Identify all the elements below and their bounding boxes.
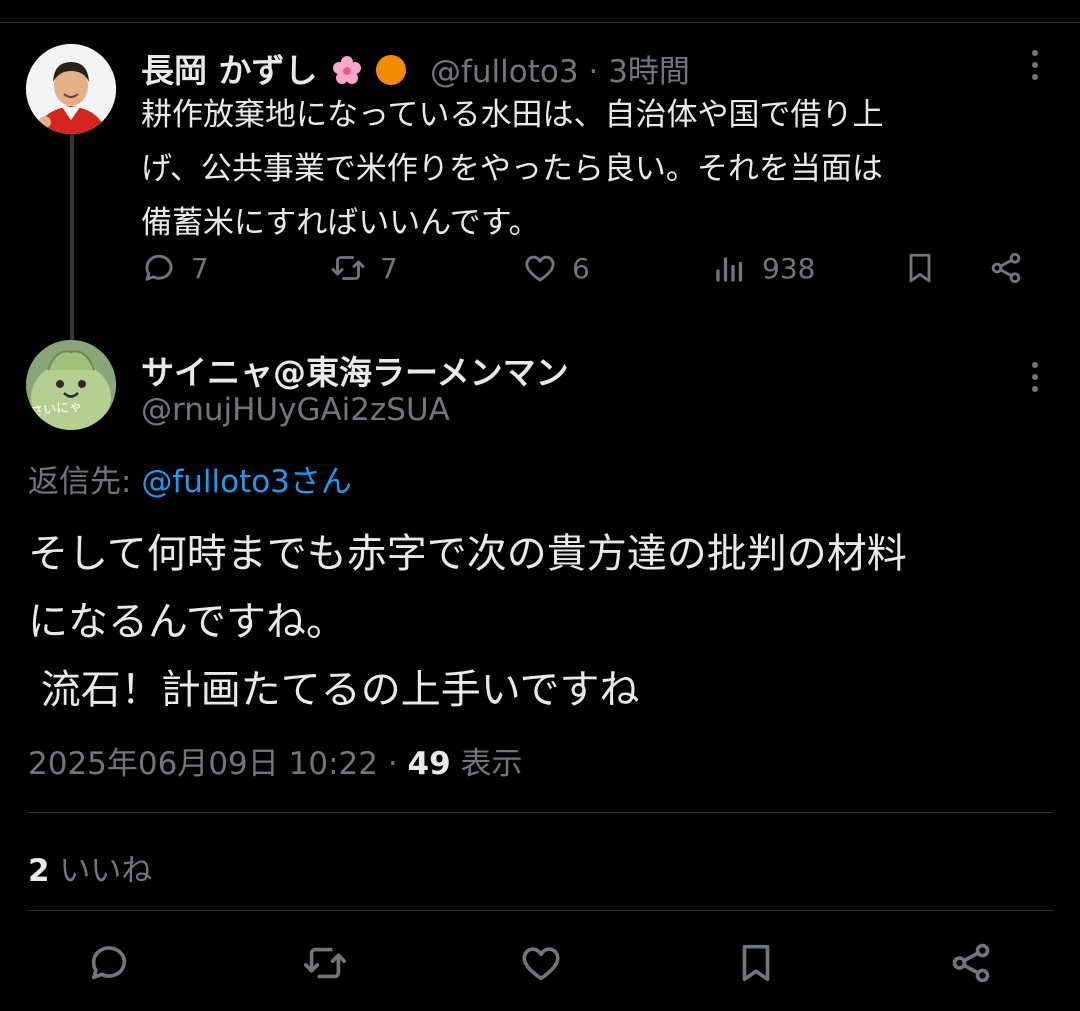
avatar-original-author[interactable] — [26, 44, 116, 134]
avatar-reply-author[interactable]: さいにゃ — [26, 340, 116, 430]
retweet-icon[interactable] — [302, 940, 348, 986]
original-actions-row: 7 7 6 938 — [0, 250, 1080, 296]
reply-to-label: 返信先: — [28, 464, 142, 500]
reply-to-mention[interactable]: @fulloto3さん — [141, 464, 352, 500]
reply-text-line: になるんですね。 — [28, 599, 346, 645]
reply-author-name[interactable]: サイニャ@東海ラーメンマン — [141, 346, 569, 394]
reply-text-line: そして何時までも赤字で次の貴方達の批判の材料 — [28, 531, 907, 577]
original-author-name-text: 長岡 かずし — [141, 51, 318, 90]
original-author-name[interactable]: 長岡 かずし — [141, 44, 407, 94]
handle-separator: · — [588, 54, 599, 90]
meta-separator: · — [377, 746, 408, 782]
original-text-line: 備蓄米にすればいいんです。 — [141, 205, 540, 241]
divider — [28, 910, 1054, 911]
retweet-count: 7 — [380, 251, 398, 285]
bookmark-button[interactable] — [902, 250, 952, 286]
retweet-icon — [331, 256, 365, 280]
reply-view-label: 表示 — [450, 746, 523, 782]
views-button[interactable]: 938 — [712, 250, 815, 286]
original-text-line: 耕作放棄地になっている水田は、自治体や国で借り上 — [141, 97, 884, 133]
avatar-photo — [26, 44, 116, 134]
views-icon — [716, 257, 743, 282]
original-handle-time: @fulloto3 · 3時間 — [430, 46, 690, 91]
thread-connector-line — [70, 128, 74, 340]
original-time[interactable]: 3時間 — [608, 54, 690, 90]
reply-view-count: 49 — [407, 746, 451, 782]
view-count: 938 — [762, 251, 816, 285]
more-dots-icon[interactable] — [1030, 362, 1040, 396]
reply-like-count: 2 — [28, 853, 50, 889]
reply-meta: 2025年06月09日 10:22 · 49 表示 — [28, 738, 523, 783]
reply-action-bar — [0, 940, 1080, 990]
reply-count: 7 — [191, 251, 209, 285]
share-icon[interactable] — [948, 940, 994, 986]
more-dots-icon[interactable] — [1030, 50, 1040, 84]
bookmark-icon[interactable] — [733, 940, 779, 986]
original-text-line: げ、公共事業で米作りをやったら良い。それを当面は — [141, 151, 883, 187]
reply-to-line: 返信先: @fulloto3さん — [28, 456, 352, 501]
bookmark-icon — [909, 253, 931, 283]
share-icon — [991, 252, 1021, 284]
retweet-button[interactable]: 7 — [330, 250, 398, 286]
reply-likes[interactable]: 2 いいね — [28, 845, 152, 890]
divider — [28, 812, 1054, 813]
reply-button[interactable]: 7 — [141, 250, 209, 286]
original-tweet-text: 耕作放棄地になっている水田は、自治体や国で借り上 げ、公共事業で米作りをやったら… — [141, 88, 1041, 250]
like-icon — [525, 255, 555, 282]
original-handle[interactable]: @fulloto3 — [430, 54, 579, 90]
reply-text-line: 流石！計画たてるの上手いですね — [28, 667, 640, 713]
share-button[interactable] — [988, 250, 1038, 286]
like-count: 6 — [572, 251, 590, 285]
top-divider — [0, 22, 1080, 23]
like-button[interactable]: 6 — [522, 250, 590, 286]
reply-timestamp[interactable]: 2025年06月09日 10:22 — [28, 746, 378, 782]
reply-tweet-text: そして何時までも赤字で次の貴方達の批判の材料 になるんですね。 流石！計画たてる… — [28, 520, 907, 724]
reply-icon[interactable] — [86, 940, 132, 986]
like-icon[interactable] — [518, 940, 564, 986]
reply-icon — [145, 254, 173, 281]
reply-like-label: いいね — [49, 853, 153, 889]
reply-handle[interactable]: @rnujHUyGAi2zSUA — [141, 392, 450, 428]
